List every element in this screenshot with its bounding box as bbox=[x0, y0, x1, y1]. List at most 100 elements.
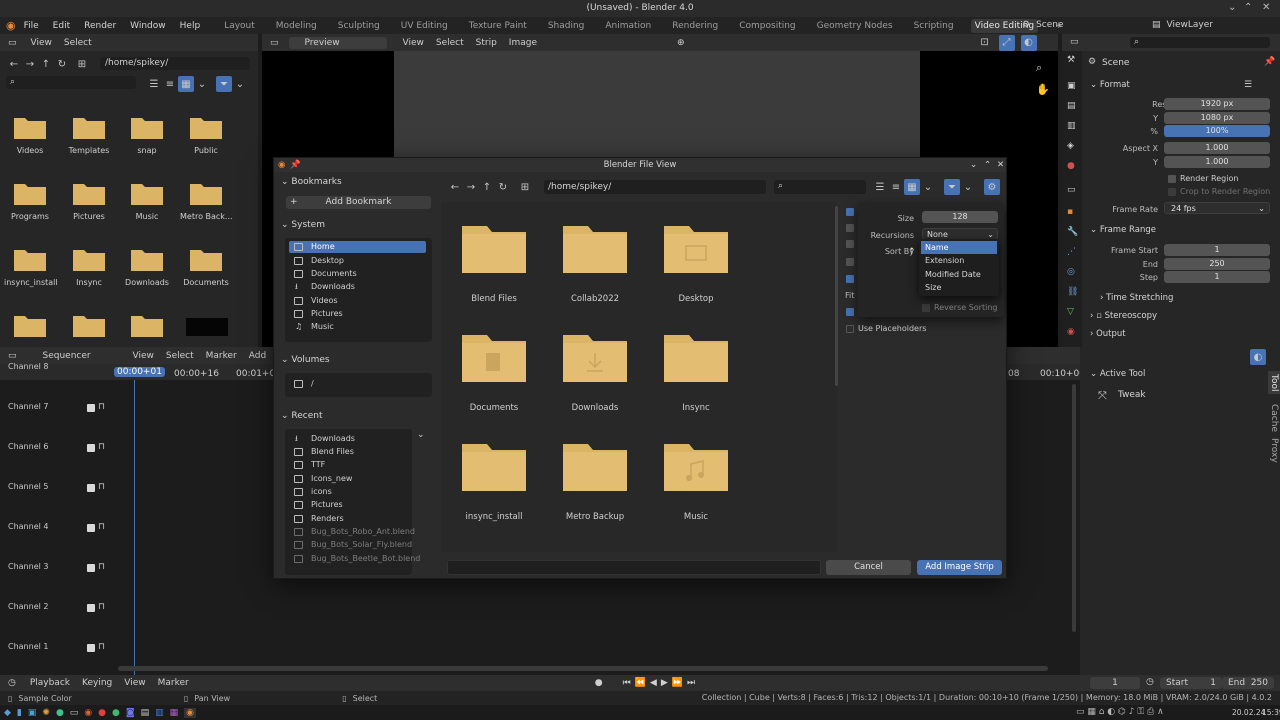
tab-layout[interactable]: Layout bbox=[220, 19, 259, 33]
sort-option-size[interactable]: Size bbox=[921, 281, 997, 294]
back-icon[interactable]: ← bbox=[6, 56, 22, 72]
taskbar-app-icon[interactable]: ▭ bbox=[70, 708, 79, 718]
fb-item-pictures[interactable]: Pictures bbox=[63, 180, 115, 221]
modifier-tab-icon[interactable]: 🔧 bbox=[1067, 227, 1078, 237]
file-item-documents[interactable]: Documents bbox=[454, 333, 534, 413]
blender-logo-icon[interactable]: ◉ bbox=[6, 19, 16, 32]
data-tab-icon[interactable]: ▽ bbox=[1067, 307, 1074, 317]
pivot-icon[interactable]: ⊕ bbox=[677, 38, 685, 48]
fb-item-programs[interactable]: Programs bbox=[4, 180, 56, 221]
time-stretching-subpanel[interactable]: › Time Stretching bbox=[1100, 293, 1173, 303]
scene-selector[interactable]: ⚙ Scene bbox=[1022, 20, 1064, 30]
lock-icon[interactable]: ⊓ bbox=[98, 602, 105, 612]
image-thumbnail[interactable] bbox=[186, 318, 228, 336]
channel-mute-checkbox[interactable] bbox=[87, 604, 95, 612]
sequencer-mode-select[interactable]: Sequencer bbox=[27, 350, 125, 362]
hand-icon[interactable]: ✋ bbox=[1036, 83, 1050, 96]
end-frame-field[interactable]: End 250 bbox=[1222, 677, 1274, 689]
taskbar-app-icon[interactable]: ● bbox=[56, 708, 64, 718]
play-icon[interactable]: ▶ bbox=[661, 678, 668, 688]
taskbar-app-icon[interactable]: ▥ bbox=[155, 708, 164, 718]
fb-search-input[interactable]: ⌕ bbox=[6, 76, 136, 89]
add-image-strip-button[interactable]: Add Image Strip bbox=[917, 560, 1002, 575]
new-folder-icon[interactable]: ⊞ bbox=[74, 56, 90, 72]
constraints-tab-icon[interactable]: ⛓ bbox=[1067, 287, 1078, 297]
recent-item[interactable]: Bug_Bots_Beetle_Bot.blend bbox=[289, 553, 420, 565]
editor-type-icon[interactable]: ◷ bbox=[8, 678, 16, 688]
fb-item-metro-backup[interactable]: Metro Back... bbox=[180, 180, 233, 221]
pin-icon[interactable]: 📌 bbox=[290, 158, 301, 172]
menu-file[interactable]: File bbox=[24, 21, 39, 31]
render-region-checkbox[interactable]: Render Region bbox=[1168, 174, 1238, 183]
chevron-down-icon[interactable]: ⌄ bbox=[417, 430, 425, 440]
recent-item[interactable]: ⭳ Downloads bbox=[289, 433, 411, 445]
prev-keyframe-icon[interactable]: ⏪ bbox=[635, 678, 646, 688]
list-vertical-icon[interactable]: ☰ bbox=[146, 76, 162, 92]
fb-item-partial[interactable] bbox=[63, 312, 115, 338]
taskbar-app-icon[interactable]: ● bbox=[98, 708, 106, 718]
tab-animation[interactable]: Animation bbox=[601, 19, 655, 33]
jump-end-icon[interactable]: ⏭ bbox=[687, 678, 695, 688]
menu-help[interactable]: Help bbox=[180, 21, 201, 31]
pv-menu-image[interactable]: Image bbox=[509, 38, 537, 48]
list-horizontal-icon[interactable]: ≡ bbox=[888, 179, 904, 195]
frame-start-field[interactable]: 1 bbox=[1164, 244, 1270, 256]
vertical-scrollbar[interactable] bbox=[1072, 384, 1076, 632]
res-pct-field[interactable]: 100% bbox=[1164, 125, 1270, 137]
taskbar-app-icon[interactable]: ● bbox=[112, 708, 120, 718]
jump-start-icon[interactable]: ⏮ bbox=[623, 678, 631, 688]
tab-sculpting[interactable]: Sculpting bbox=[334, 19, 384, 33]
minimize-icon[interactable]: ⌄ bbox=[970, 158, 977, 172]
taskbar-app-icon[interactable]: ◙ bbox=[126, 708, 135, 718]
file-grid-scrollbar[interactable] bbox=[835, 206, 838, 386]
clock-icon[interactable]: ◷ bbox=[1146, 677, 1154, 687]
world-tab-icon[interactable]: ● bbox=[1067, 161, 1075, 171]
menu-render[interactable]: Render bbox=[84, 21, 116, 31]
tab-texture-paint[interactable]: Texture Paint bbox=[465, 19, 531, 33]
material-tab-icon[interactable]: ◉ bbox=[1067, 327, 1075, 337]
option-checkbox[interactable] bbox=[846, 208, 854, 216]
tl-menu-marker[interactable]: Marker bbox=[158, 678, 189, 688]
new-folder-icon[interactable]: ⊞ bbox=[517, 179, 533, 195]
recent-item[interactable]: Icons_new bbox=[289, 473, 411, 485]
file-item-collab2022[interactable]: Collab2022 bbox=[555, 224, 635, 304]
sort-option-modified-date[interactable]: Modified Date bbox=[921, 268, 997, 281]
fb-item-partial[interactable] bbox=[121, 312, 173, 338]
add-bookmark-button[interactable]: + Add Bookmark bbox=[286, 196, 431, 209]
volumes-panel-header[interactable]: ⌄ Volumes bbox=[281, 355, 330, 365]
fb-menu-select[interactable]: Select bbox=[64, 38, 92, 48]
seq-menu-marker[interactable]: Marker bbox=[206, 351, 237, 361]
tab-uv-editing[interactable]: UV Editing bbox=[397, 19, 452, 33]
system-item-videos[interactable]: Videos bbox=[289, 295, 426, 307]
maximize-icon[interactable]: ⌃ bbox=[1244, 2, 1252, 13]
tl-menu-playback[interactable]: Playback bbox=[30, 678, 70, 688]
output-section-header[interactable]: › Output bbox=[1090, 329, 1126, 339]
start-menu-icon[interactable]: ◆ bbox=[4, 708, 11, 718]
parent-icon[interactable]: ↑ bbox=[38, 56, 54, 72]
tab-scripting[interactable]: Scripting bbox=[910, 19, 958, 33]
filter-icon[interactable]: ⏷ bbox=[944, 179, 960, 195]
zoom-icon[interactable]: ⌕ bbox=[1036, 61, 1042, 75]
seq-menu-select[interactable]: Select bbox=[166, 351, 194, 361]
recent-item[interactable]: Blend Files bbox=[289, 446, 411, 458]
aspect-x-field[interactable]: 1.000 bbox=[1164, 142, 1270, 154]
current-frame-field[interactable]: 1 bbox=[1090, 677, 1140, 689]
res-x-field[interactable]: 1920 px bbox=[1164, 98, 1270, 110]
dialog-path-field[interactable]: /home/spikey/ bbox=[544, 180, 766, 194]
lock-icon[interactable]: ⊓ bbox=[98, 402, 105, 412]
current-time-indicator[interactable]: 00:00+01 bbox=[114, 367, 165, 377]
file-item-downloads[interactable]: Downloads bbox=[555, 333, 635, 413]
channel-mute-checkbox[interactable] bbox=[87, 644, 95, 652]
forward-icon[interactable]: → bbox=[22, 56, 38, 72]
file-item-desktop[interactable]: Desktop bbox=[656, 224, 736, 304]
scene-tab-icon[interactable]: ◈ bbox=[1067, 141, 1074, 151]
render-tab-icon[interactable]: ▣ bbox=[1067, 81, 1076, 91]
option-checkbox[interactable] bbox=[846, 275, 854, 283]
active-tool-section-header[interactable]: ⌄ Active Tool bbox=[1090, 369, 1145, 379]
tl-menu-keying[interactable]: Keying bbox=[82, 678, 112, 688]
forward-icon[interactable]: → bbox=[463, 179, 479, 195]
physics-tab-icon[interactable]: ◎ bbox=[1067, 267, 1075, 277]
close-icon[interactable]: ✕ bbox=[997, 158, 1004, 172]
dialog-search-input[interactable]: ⌕ bbox=[774, 180, 866, 194]
fb-menu-view[interactable]: View bbox=[31, 38, 52, 48]
